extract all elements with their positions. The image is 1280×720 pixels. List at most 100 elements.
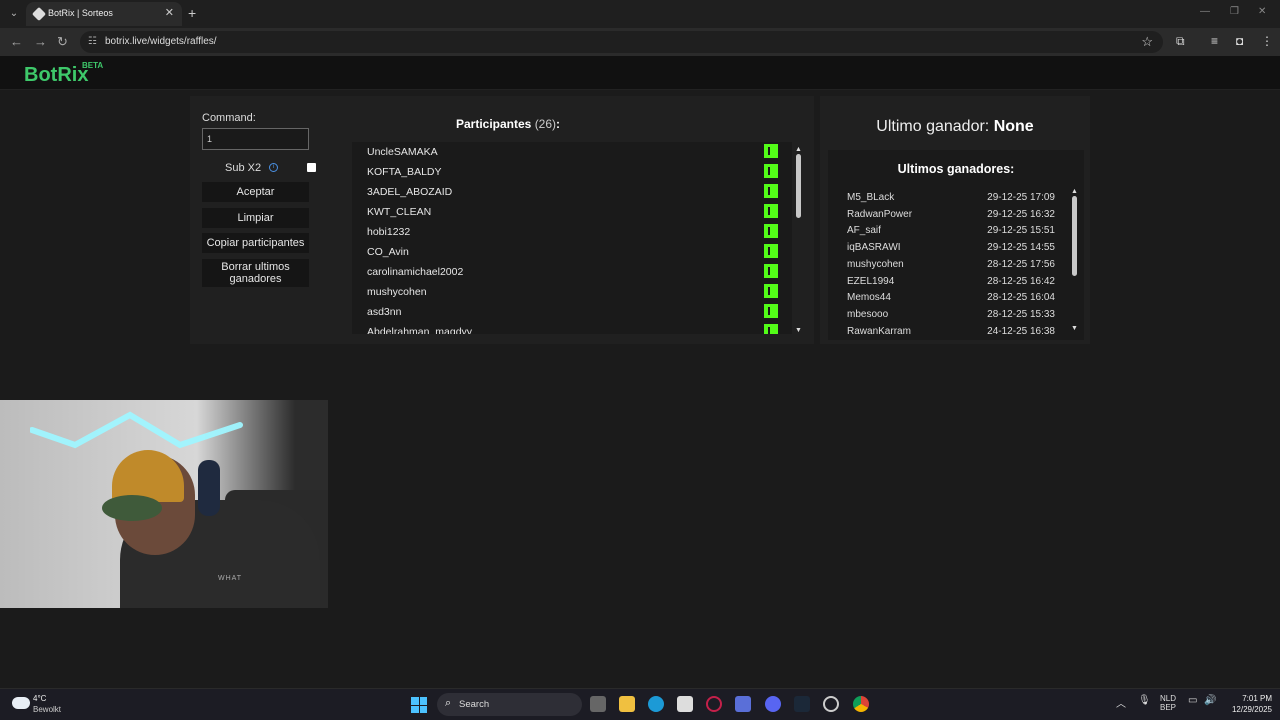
participant-row: Abdelrahman_magdyy: [352, 322, 792, 334]
extensions-icon[interactable]: ⧉: [1176, 34, 1185, 49]
chrome-icon[interactable]: [853, 696, 869, 712]
participants-list[interactable]: UncleSAMAKA KOFTA_BALDY 3ADEL_ABOZAID KWT_C…: [352, 142, 792, 334]
winner-row: Memos44 28-12-25 16:04: [847, 292, 1055, 308]
kick-icon: [764, 304, 778, 318]
winners-panel: Ultimo ganador: None Ultimos ganadores: …: [820, 96, 1090, 344]
app-circle-icon[interactable]: [823, 696, 839, 712]
volume-icon[interactable]: 🔊: [1204, 695, 1216, 706]
winner-date: 29-12-25 17:09: [987, 192, 1055, 203]
participant-name: carolinamichael2002: [367, 266, 464, 278]
forward-icon[interactable]: →: [34, 34, 47, 49]
participant-name: KOFTA_BALDY: [367, 166, 442, 178]
participants-count: (26): [534, 117, 557, 131]
winner-row: mbesooo 28-12-25 15:33: [847, 309, 1055, 325]
task-view-icon[interactable]: [590, 696, 606, 712]
discord-icon[interactable]: [765, 696, 781, 712]
command-input[interactable]: 1: [202, 128, 309, 150]
bookmark-star-icon[interactable]: ☆: [1141, 34, 1153, 50]
participant-row: mushycohen: [352, 282, 792, 302]
language-indicator[interactable]: NLD BEP: [1160, 694, 1176, 712]
restore-icon[interactable]: ❐: [1230, 6, 1239, 17]
kick-icon: [764, 324, 778, 334]
windows-start-icon[interactable]: [411, 697, 427, 713]
tray-chevron-icon[interactable]: ︿: [1116, 695, 1126, 710]
sub-x2-checkbox[interactable]: [307, 163, 316, 172]
recent-winners-box: Ultimos ganadores: ▲ ▼ M5_BLack 29-12-25 …: [828, 150, 1084, 340]
reload-icon[interactable]: ↻: [57, 34, 68, 50]
scrollbar-thumb[interactable]: [1072, 196, 1077, 276]
menu-icon[interactable]: ⋮: [1261, 34, 1273, 48]
minimize-icon[interactable]: —: [1200, 6, 1210, 17]
taskbar-clock[interactable]: 7:01 PM 12/29/2025: [1222, 693, 1272, 715]
kick-icon: [764, 144, 778, 158]
clear-winners-button[interactable]: Borrar ultimos ganadores: [202, 259, 309, 287]
network-icon[interactable]: ▭: [1188, 695, 1197, 706]
botrix-logo[interactable]: BotRix: [24, 64, 88, 87]
new-tab-button[interactable]: +: [188, 5, 196, 21]
info-icon[interactable]: i: [269, 163, 278, 172]
back-icon[interactable]: ←: [10, 34, 23, 49]
accept-button[interactable]: Aceptar: [202, 182, 309, 202]
raffle-panel: Command: 1 Sub X2 i Aceptar Limpiar Copi…: [190, 96, 814, 344]
participants-scrollbar[interactable]: ▲ ▼: [794, 146, 804, 336]
winner-row: RadwanPower 29-12-25 16:32: [847, 209, 1055, 225]
scrollbar-thumb[interactable]: [796, 154, 801, 218]
browser-tabbar: ⌄ BotRix | Sorteos ✕ + — ❐ ✕: [0, 0, 1280, 28]
headset-icon: [198, 460, 220, 516]
participant-name: KWT_CLEAN: [367, 206, 432, 218]
site-info-icon[interactable]: ☷: [88, 36, 97, 47]
microphone-icon[interactable]: 🎙: [1138, 695, 1151, 706]
participant-row: UncleSAMAKA: [352, 142, 792, 162]
participant-row: CO_Avin: [352, 242, 792, 262]
clear-button[interactable]: Limpiar: [202, 208, 309, 228]
webcam-overlay: WHAT: [0, 400, 328, 608]
winner-name: iqBASRAWI: [847, 242, 901, 254]
winner-date: 28-12-25 16:42: [987, 275, 1055, 287]
url-text: botrix.live/widgets/raffles/: [105, 36, 217, 47]
participant-name: mushycohen: [367, 286, 427, 298]
profile-icon[interactable]: ◘: [1236, 34, 1243, 48]
participant-name: UncleSAMAKA: [367, 146, 438, 158]
last-winner-value: None: [993, 118, 1034, 135]
scroll-down-icon[interactable]: ▼: [795, 327, 802, 334]
weather-temp[interactable]: 4°C: [33, 694, 46, 703]
edge-icon[interactable]: [648, 696, 664, 712]
taskbar-search[interactable]: ⌕ Search: [437, 693, 582, 716]
keyboard-code: BEP: [1160, 703, 1177, 712]
winner-name: EZEL1994: [847, 275, 895, 287]
winner-name: AF_saif: [847, 225, 881, 237]
winner-row: M5_BLack 29-12-25 17:09: [847, 192, 1055, 208]
weather-condition[interactable]: Bewolkt: [33, 705, 61, 714]
participants-title: Participantes (26):: [340, 117, 676, 131]
media-controls-icon[interactable]: ≡: [1211, 34, 1218, 48]
close-window-icon[interactable]: ✕: [1258, 6, 1266, 17]
scroll-up-icon[interactable]: ▲: [1071, 188, 1078, 195]
shirt-text: WHAT: [218, 575, 243, 582]
app-icon[interactable]: [735, 696, 751, 712]
steam-icon[interactable]: [794, 696, 810, 712]
kick-icon: [764, 264, 778, 278]
scroll-down-icon[interactable]: ▼: [1071, 325, 1078, 332]
participant-name: hobi1232: [367, 226, 411, 238]
copy-participants-button[interactable]: Copiar participantes: [202, 233, 309, 253]
file-explorer-icon[interactable]: [619, 696, 635, 712]
tab-list-chevron-icon[interactable]: ⌄: [6, 6, 22, 22]
clock-date: 12/29/2025: [1231, 705, 1272, 714]
winner-row: RawanKarram 24-12-25 16:38: [847, 326, 1055, 340]
cloud-weather-icon[interactable]: [12, 697, 30, 709]
browser-tab[interactable]: BotRix | Sorteos ✕: [26, 2, 182, 26]
botrix-favicon-icon: [31, 6, 47, 22]
winner-name: M5_BLack: [847, 192, 895, 203]
scroll-up-icon[interactable]: ▲: [795, 146, 802, 153]
tab-close-icon[interactable]: ✕: [165, 6, 174, 19]
address-bar[interactable]: ☷ botrix.live/widgets/raffles/ ☆: [80, 31, 1163, 53]
participants-title-text: Participantes: [455, 117, 532, 131]
kick-icon: [764, 204, 778, 218]
winner-date: 24-12-25 16:38: [987, 325, 1055, 337]
winner-name: Memos44: [847, 292, 891, 304]
winners-scrollbar[interactable]: ▲ ▼: [1070, 188, 1080, 334]
winner-name: mbesooo: [847, 308, 889, 320]
opera-gx-icon[interactable]: [706, 696, 722, 712]
winner-date: 28-12-25 17:56: [987, 258, 1055, 270]
store-icon[interactable]: [677, 696, 693, 712]
